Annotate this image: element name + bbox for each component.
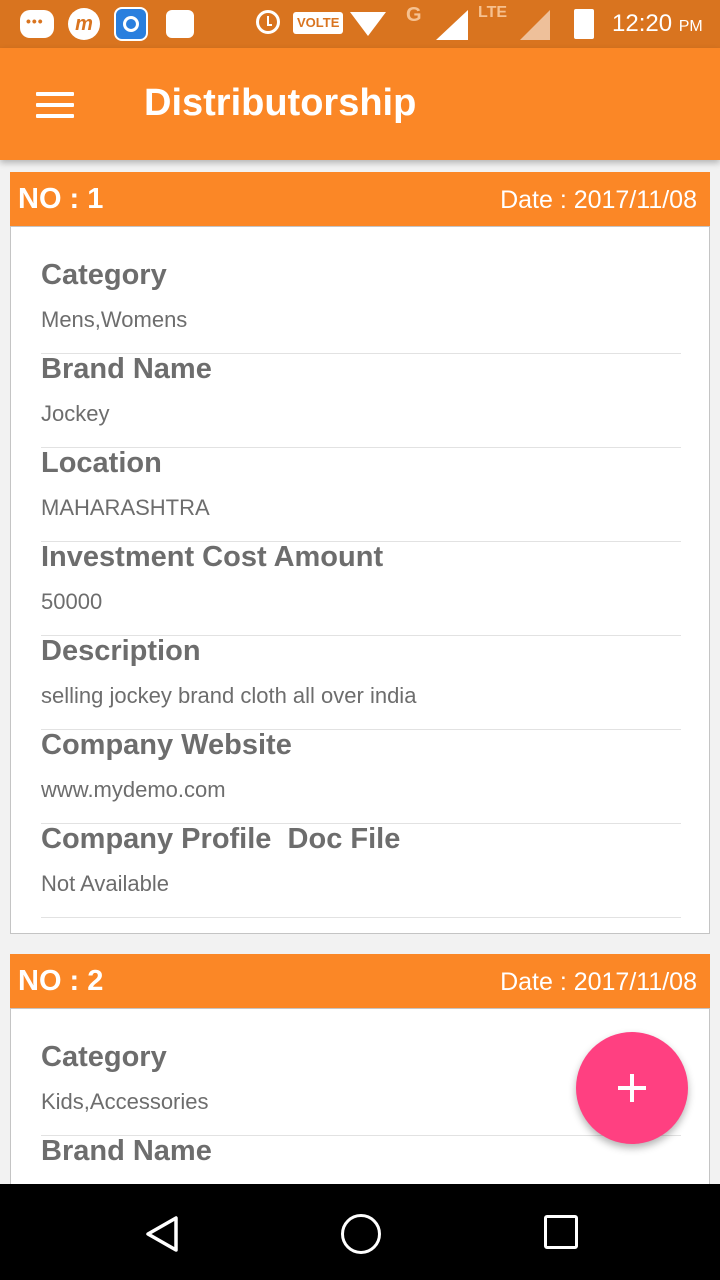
field-brand-name: Brand Name Jockey [41,353,681,448]
menu-button[interactable] [36,88,76,120]
field-company-website: Company Website www.mydemo.com [41,729,681,824]
field-label: Category [41,259,167,291]
field-value: 50000 [41,589,103,614]
field-description: Description selling jockey brand cloth a… [41,635,681,730]
field-investment-cost: Investment Cost Amount 50000 [41,541,681,636]
app-bar: Distributorship [0,48,720,160]
add-button[interactable] [576,1032,688,1144]
network-g-icon: G [406,4,422,26]
card-number: NO : 2 [18,965,104,997]
signal-strength-icon [436,10,468,40]
field-label: Brand Name [41,1135,212,1167]
card-header: NO : 1 Date : 2017/11/08 [10,172,710,226]
field-location: Location MAHARASHTRA [41,447,681,542]
field-label: Company Profile Doc File [41,823,401,855]
field-value: Not Available [41,871,170,896]
messages-notification-icon [20,10,54,38]
field-value: selling jockey brand cloth all over indi… [41,683,417,708]
card-date: Date : 2017/11/08 [500,186,697,214]
battery-icon [574,9,594,39]
app-m-notification-icon: m [68,8,100,40]
field-value[interactable]: www.mydemo.com [41,777,226,803]
clock-ampm: PM [678,18,703,35]
field-brand-name: Brand Name [41,1135,681,1184]
field-category: Category Mens,Womens [41,259,681,354]
field-value: Jockey [41,401,110,426]
field-company-profile-doc: Company Profile Doc File Not Available [41,823,681,918]
page-title: Distributorship [144,82,417,124]
field-value: Mens,Womens [41,307,188,332]
status-time: 12:20 PM [612,10,703,38]
home-icon[interactable] [341,1214,381,1254]
share-app-notification-icon [114,7,148,41]
app-notification-icon [166,10,194,38]
recent-apps-icon[interactable] [544,1215,578,1249]
menu-icon-bar [36,114,74,118]
system-nav-bar [0,1184,720,1280]
field-label: Investment Cost Amount [41,541,384,573]
card-number: NO : 1 [18,183,104,215]
distributorship-card[interactable]: Category Mens,Womens Brand Name Jockey L… [10,226,710,934]
card-header: NO : 2 Date : 2017/11/08 [10,954,710,1008]
menu-icon [36,92,74,96]
volte-icon: VOLTE [293,12,344,34]
menu-icon-bar [36,103,74,107]
status-bar: m VOLTE G LTE 12:20 PM [0,0,720,48]
field-value: Kids,Accessories [41,1089,209,1114]
signal-strength-2-icon [520,10,550,40]
card-date: Date : 2017/11/08 [500,968,697,996]
back-icon[interactable] [143,1214,183,1254]
distributorship-list[interactable]: NO : 1 Date : 2017/11/08 Category Mens,W… [0,160,720,1184]
field-label: Location [41,447,162,479]
alarm-icon [256,10,280,34]
field-label: Company Website [41,729,292,761]
field-label: Description [41,635,201,667]
field-label: Brand Name [41,353,212,385]
clock-time: 12:20 [612,10,673,37]
field-label: Category [41,1041,167,1073]
network-lte-icon: LTE [478,4,508,21]
wifi-icon [350,12,386,36]
field-value: MAHARASHTRA [41,495,210,520]
